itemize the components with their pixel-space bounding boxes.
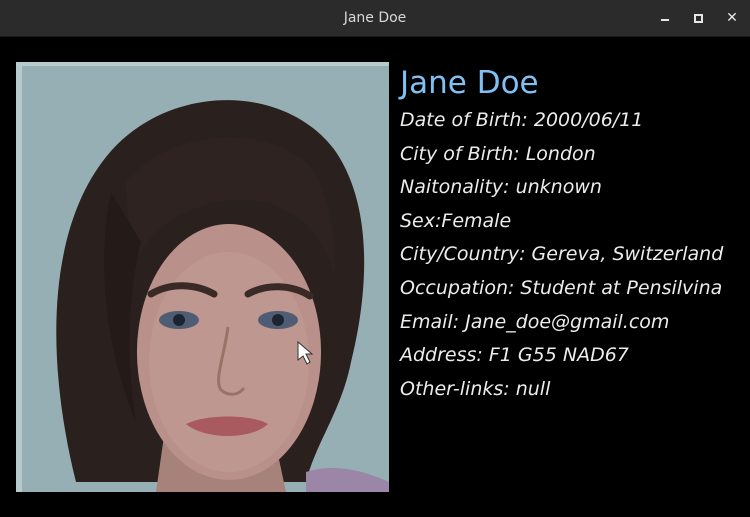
close-icon: ✕ [726, 10, 738, 26]
field-city-country: City/Country: Gereva, Switzerland [400, 243, 724, 266]
window-title: Jane Doe [343, 10, 407, 26]
profile-name: Jane Doe [400, 65, 539, 101]
field-email: Email: Jane_doe@gmail.com [400, 310, 670, 333]
minimize-icon [661, 19, 669, 21]
profile-details: Jane Doe Date of Birth: 2000/06/11 City … [400, 62, 745, 406]
title-bar[interactable]: Jane Doe ✕ [0, 0, 750, 37]
field-address: Address: F1 G55 NAD67 [400, 344, 629, 367]
field-date-of-birth: Date of Birth: 2000/06/11 [400, 109, 644, 131]
profile-window: Jane Doe ✕ Jane Doe Date of Birth: 2000/… [0, 0, 750, 517]
profile-photo [16, 62, 389, 492]
close-button[interactable]: ✕ [722, 8, 742, 28]
field-city-of-birth: City of Birth: London [400, 142, 596, 165]
minimize-button[interactable] [655, 8, 675, 28]
maximize-button[interactable] [688, 8, 708, 28]
maximize-icon [694, 14, 703, 23]
field-sex: Sex:Female [400, 209, 512, 232]
field-nationality: Naitonality: unknown [400, 176, 602, 199]
field-occupation: Occupation: Student at Pensilvina [400, 276, 723, 299]
field-other-links: Other-links: null [400, 377, 551, 400]
portrait-image [16, 62, 389, 492]
